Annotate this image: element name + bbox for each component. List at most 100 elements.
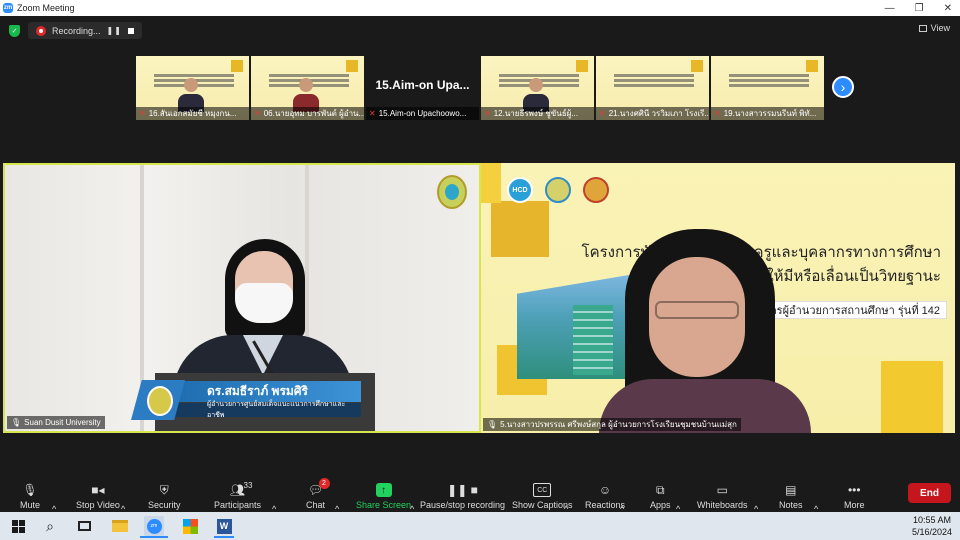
notes-options-caret[interactable]: ^ [814,480,818,514]
muted-mic-icon: ✕ [139,109,146,118]
close-icon[interactable]: ✕ [944,3,952,14]
notes-icon: ▤ [785,483,797,497]
next-page-button[interactable]: › [832,76,854,98]
chat-bubble-icon: 💬︎ 2 [308,478,330,497]
security-shield-icon: ⛨ [159,482,169,497]
participant-thumbnail[interactable]: ✕ 21.นางศศินี วรวิมเภา โรงเรี... [596,56,709,120]
participant-thumbnail-strip: ✕ 16.สันเอกสมัยชี หมุงกน... ✕ 06.นายอุทม บ… [136,56,824,120]
slide-cube-decoration [576,60,588,72]
captions-options-caret[interactable]: ^ [564,480,568,514]
slide-text-lines [269,74,349,77]
participants-button[interactable]: 👥︎ 33 Participants [214,476,261,510]
participant-thumbnail[interactable]: ✕ 19.นางสาวรรมนรีนท์ พิทั... [711,56,824,120]
system-clock[interactable]: 10:55 AM 5/16/2024 [912,514,952,538]
slide-cube-decoration [691,60,703,72]
search-button[interactable]: ⌕ [40,516,60,536]
restore-icon[interactable]: ❐ [915,3,924,14]
slide-cube-decoration [346,60,358,72]
apps-icon: ⧉ [655,482,665,497]
apps-button[interactable]: ⧉ Apps [650,476,671,511]
slide-text-lines [614,74,694,77]
slide-cube-decoration [231,60,243,72]
window-controls: — ❐ ✕ [885,0,952,16]
participants-icon: 👥︎ 33 [229,481,253,497]
zoom-app-icon: zm [3,3,13,13]
view-grid-icon [918,24,927,32]
mute-button[interactable]: 🎙︎ Mute [20,476,40,510]
store-icon [182,518,198,534]
participant-video [599,229,811,433]
slide-cube-decoration [481,163,501,203]
slide-text-lines [729,74,809,77]
zoom-taskbar-button[interactable]: zm [144,516,164,536]
participant-thumbnail[interactable]: ✕ 16.สันเอกสมัยชี หมุงกน... [136,56,249,120]
security-button[interactable]: ⛨ Security [148,476,181,511]
stop-video-button[interactable]: ■◂ Stop Video [76,476,120,510]
reactions-options-caret[interactable]: ^ [620,480,624,514]
mic-icon: 🎙︎ [487,420,498,429]
share-options-caret[interactable]: ^ [410,480,414,514]
audio-options-caret[interactable]: ^ [52,480,56,514]
slide-cube-decoration [491,201,549,257]
pause-recording-icon[interactable]: ❚❚ [107,26,122,35]
participant-name-label: ✕ 19.นางสาวรรมนรีนท์ พิทั... [711,107,824,120]
glasses [655,301,739,319]
participant-video-tile[interactable]: HCD โครงการพัฒนาข้าราชการครูและบุคลากรทา… [481,163,955,433]
whiteboards-button[interactable]: ▭ Whiteboards [697,476,748,510]
word-taskbar-button[interactable]: W [214,516,234,536]
start-button[interactable] [8,516,28,536]
recording-indicator[interactable]: Recording... ❚❚ [28,22,142,39]
muted-mic-icon: ✕ [369,109,376,118]
reactions-smiley-icon: ☺ [598,483,612,497]
pause-stop-recording-button[interactable]: ❚❚ ■ Pause/stop recording [420,476,505,510]
participant-name-label: ✕ 06.นายอุทม บารพันต์ ผู้อำน... [251,107,364,120]
participants-count: 33 [243,481,253,490]
window-title: Zoom Meeting [17,3,75,13]
slide-text-lines [499,74,579,77]
stop-recording-icon[interactable] [127,27,134,34]
encryption-shield-icon[interactable]: ✓ [9,25,20,37]
search-icon: ⌕ [46,517,54,534]
notes-button[interactable]: ▤ Notes [779,476,803,510]
active-speaker-tile[interactable]: ดร.สมธีราภ์ พรมศิริ ผู้อำนวยการศูนย์สมเด… [3,163,481,433]
participant-thumbnail[interactable]: 15.Aim-on Upa... ✕ 15.Aim-on Upachoowo... [366,56,479,120]
participant-thumbnail[interactable]: ✕ 12.นายธีรพงษ์ ชูขันธ์ผู้... [481,56,594,120]
participant-name-label: 🎙︎ 5.นางสาวปรพรรณ ศรีพงษ์สกุล ผู้อำนวยการ… [483,418,741,431]
chat-button[interactable]: 💬︎ 2 Chat [306,476,330,510]
microsoft-store-button[interactable] [180,516,200,536]
participant-name-label: ✕ 21.นางศศินี วรวิมเภา โรงเรี... [596,107,709,120]
nameplate-subtitle: ผู้อำนวยการศูนย์สมเด็จแนะแนวการศึกษาและอ… [175,401,361,419]
participant-thumbnail[interactable]: ✕ 06.นายอุทม บารพันต์ ผู้อำน... [251,56,364,120]
muted-mic-icon: ✕ [484,109,491,118]
hcd-logo: HCD [507,177,533,203]
mic-icon: 🎙︎ [11,418,22,427]
task-view-button[interactable] [74,516,94,536]
active-app-indicator [214,536,234,538]
slide-cube-decoration [806,60,818,72]
zoom-icon: zm [146,518,162,534]
end-meeting-button[interactable]: End [908,483,951,503]
apps-options-caret[interactable]: ^ [676,480,680,514]
whiteboards-options-caret[interactable]: ^ [754,480,758,514]
video-options-caret[interactable]: ^ [121,480,125,514]
clock-time: 10:55 AM [912,515,951,525]
more-button[interactable]: ••• More [844,476,865,510]
window-titlebar: zm Zoom Meeting — ❐ ✕ [0,0,960,16]
chat-options-caret[interactable]: ^ [335,480,339,514]
speaker-nameplate: ดร.สมธีราภ์ พรมศิริ ผู้อำนวยการศูนย์สมเด… [131,380,363,420]
view-button[interactable]: View [918,23,950,33]
file-explorer-button[interactable] [110,516,130,536]
participant-name-label: ✕ 16.สันเอกสมัยชี หมุงกน... [136,107,249,120]
share-screen-button[interactable]: ↑ Share Screen [356,476,411,510]
speaker-name-label: 🎙︎ Suan Dusit University [7,416,105,429]
muted-mic-icon: ✕ [714,109,721,118]
muted-mic-icon: ✕ [599,109,606,118]
face-mask [235,283,293,323]
share-screen-icon: ↑ [375,483,392,497]
participants-options-caret[interactable]: ^ [272,480,276,514]
minimize-icon[interactable]: — [885,3,895,14]
microphone-icon: 🎙︎ [22,483,38,497]
word-icon: W [216,518,232,534]
video-camera-icon: ■◂ [91,483,105,497]
recording-icon [36,25,46,36]
